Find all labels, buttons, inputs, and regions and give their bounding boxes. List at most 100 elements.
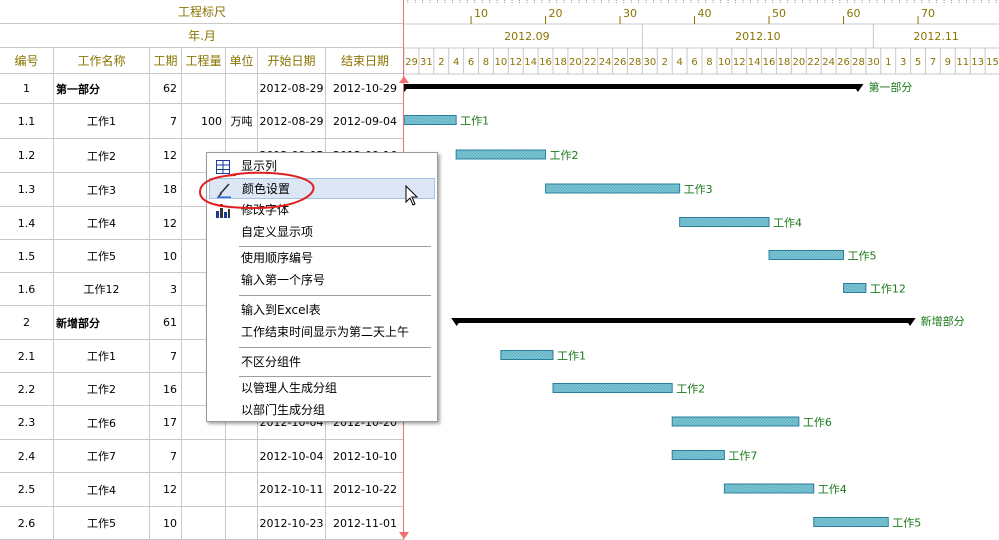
cell-id[interactable]: 2 <box>0 306 54 339</box>
cell-name[interactable]: 新增部分 <box>54 306 150 339</box>
menu-item-first-number[interactable]: 输入第一个序号 <box>209 270 435 291</box>
cell-name[interactable]: 工作1 <box>54 340 150 372</box>
cell-end[interactable]: 2012-10-22 <box>326 473 404 506</box>
table-group-row[interactable]: 1 第一部分 62 2012-08-29 2012-10-29 <box>0 74 404 104</box>
cell-id[interactable]: 1.6 <box>0 273 54 305</box>
cell-dur[interactable]: 12 <box>150 139 182 172</box>
cell-end[interactable]: 2012-09-04 <box>326 104 404 138</box>
cell-unit[interactable] <box>226 440 258 472</box>
cell-name[interactable]: 工作5 <box>54 240 150 272</box>
day-label: 16 <box>763 57 776 68</box>
col-header-end[interactable]: 结束日期 <box>326 48 404 74</box>
bar-label: 工作5 <box>892 517 921 530</box>
bar-label: 工作6 <box>803 416 832 429</box>
cell-id[interactable]: 1.1 <box>0 104 54 138</box>
menu-item-group-by-manager[interactable]: 以管理人生成分组 <box>209 378 435 399</box>
menu-item-sequential-numbering[interactable]: 使用顺序编号 <box>209 248 435 269</box>
col-header-start[interactable]: 开始日期 <box>258 48 326 74</box>
menu-label: 以管理人生成分组 <box>241 381 338 395</box>
cell-id[interactable]: 1.4 <box>0 207 54 239</box>
cell-start[interactable]: 2012-10-11 <box>258 473 326 506</box>
col-header-id[interactable]: 编号 <box>0 48 54 74</box>
cell-dur[interactable]: 7 <box>150 440 182 472</box>
cell-qty[interactable] <box>182 440 226 472</box>
day-label: 14 <box>524 57 537 68</box>
menu-item-no-component-distinction[interactable]: 不区分组件 <box>209 352 435 373</box>
cell-dur[interactable]: 10 <box>150 507 182 539</box>
bar-label: 工作12 <box>870 283 906 296</box>
table-row[interactable]: 2.4 工作7 7 2012-10-04 2012-10-10 <box>0 440 404 473</box>
cell-id[interactable]: 1 <box>0 74 54 103</box>
cell-id[interactable]: 2.5 <box>0 473 54 506</box>
menu-item-end-time-next-morning[interactable]: 工作结束时间显示为第二天上午 <box>209 322 435 343</box>
cell-dur[interactable]: 62 <box>150 74 182 103</box>
cell-qty[interactable] <box>182 473 226 506</box>
cell-dur[interactable]: 7 <box>150 340 182 372</box>
cell-qty[interactable] <box>182 74 226 103</box>
cell-name[interactable]: 工作3 <box>54 173 150 206</box>
col-header-quantity[interactable]: 工程量 <box>182 48 226 74</box>
menu-label: 输入第一个序号 <box>241 273 326 287</box>
cell-qty[interactable] <box>182 507 226 539</box>
cell-unit[interactable]: 万吨 <box>226 104 258 138</box>
cell-id[interactable]: 2.1 <box>0 340 54 372</box>
cell-id[interactable]: 1.3 <box>0 173 54 206</box>
cell-start[interactable]: 2012-08-29 <box>258 74 326 103</box>
cell-name[interactable]: 工作5 <box>54 507 150 539</box>
day-label: 10 <box>494 57 507 68</box>
cell-name[interactable]: 工作1 <box>54 104 150 138</box>
menu-item-custom-display[interactable]: 自定义显示项 <box>209 222 435 243</box>
cell-start[interactable]: 2012-08-29 <box>258 104 326 138</box>
cell-dur[interactable]: 12 <box>150 207 182 239</box>
cell-name[interactable]: 工作6 <box>54 406 150 439</box>
cell-dur[interactable]: 61 <box>150 306 182 339</box>
cell-dur[interactable]: 7 <box>150 104 182 138</box>
menu-item-group-by-department[interactable]: 以部门生成分组 <box>209 400 435 421</box>
cell-unit[interactable] <box>226 507 258 539</box>
table-row[interactable]: 2.5 工作4 12 2012-10-11 2012-10-22 <box>0 473 404 507</box>
cell-name[interactable]: 工作4 <box>54 473 150 506</box>
col-header-unit[interactable]: 单位 <box>226 48 258 74</box>
cell-id[interactable]: 2.2 <box>0 373 54 405</box>
cell-qty[interactable]: 100 <box>182 104 226 138</box>
cell-id[interactable]: 1.2 <box>0 139 54 172</box>
day-label: 22 <box>584 57 597 68</box>
cell-dur[interactable]: 18 <box>150 173 182 206</box>
cell-dur[interactable]: 16 <box>150 373 182 405</box>
cell-unit[interactable] <box>226 473 258 506</box>
cell-id[interactable]: 2.3 <box>0 406 54 439</box>
table-row[interactable]: 1.1 工作1 7 100 万吨 2012-08-29 2012-09-04 <box>0 104 404 139</box>
col-header-duration[interactable]: 工期 <box>150 48 182 74</box>
cell-end[interactable]: 2012-10-29 <box>326 74 404 103</box>
cell-end[interactable]: 2012-11-01 <box>326 507 404 539</box>
cell-dur[interactable]: 10 <box>150 240 182 272</box>
menu-item-export-excel[interactable]: 输入到Excel表 <box>209 300 435 321</box>
cell-name[interactable]: 工作2 <box>54 139 150 172</box>
cell-start[interactable]: 2012-10-04 <box>258 440 326 472</box>
cell-dur[interactable]: 17 <box>150 406 182 439</box>
day-label: 22 <box>807 57 820 68</box>
cell-name[interactable]: 工作2 <box>54 373 150 405</box>
gantt-chart[interactable]: 10 20 30 40 50 60 70 2012.09 2012.10 2012.11 29 31 2… <box>404 0 999 540</box>
table-row[interactable]: 2.6 工作5 10 2012-10-23 2012-11-01 <box>0 507 404 540</box>
mouse-cursor-icon <box>405 185 419 206</box>
cell-start[interactable]: 2012-10-23 <box>258 507 326 539</box>
cell-id[interactable]: 1.5 <box>0 240 54 272</box>
col-header-name[interactable]: 工作名称 <box>54 48 150 74</box>
cell-dur[interactable]: 3 <box>150 273 182 305</box>
cell-end[interactable]: 2012-10-10 <box>326 440 404 472</box>
cell-id[interactable]: 2.6 <box>0 507 54 539</box>
bar-label: 工作2 <box>676 383 705 396</box>
bar-label: 工作2 <box>550 149 579 162</box>
day-label: 8 <box>483 57 489 68</box>
day-label: 24 <box>599 57 612 68</box>
task-bar <box>500 350 554 360</box>
cell-name[interactable]: 工作7 <box>54 440 150 472</box>
cell-unit[interactable] <box>226 74 258 103</box>
menu-separator <box>239 295 431 296</box>
cell-name[interactable]: 第一部分 <box>54 74 150 103</box>
cell-name[interactable]: 工作12 <box>54 273 150 305</box>
cell-id[interactable]: 2.4 <box>0 440 54 472</box>
cell-dur[interactable]: 12 <box>150 473 182 506</box>
cell-name[interactable]: 工作4 <box>54 207 150 239</box>
